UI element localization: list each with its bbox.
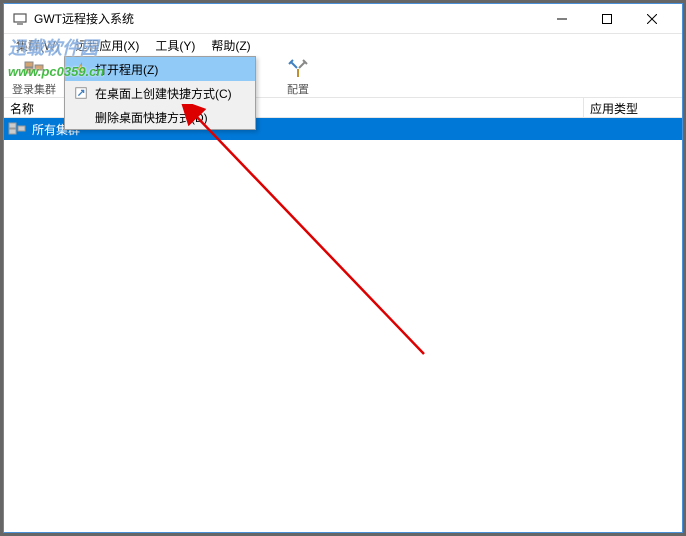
window-title: GWT远程接入系统 (34, 10, 539, 27)
cluster-icon (8, 121, 26, 137)
list-body: 所有集群 (4, 118, 682, 532)
close-button[interactable] (629, 5, 674, 33)
window-controls (539, 5, 674, 33)
menu-remote-app[interactable]: 远程应用(X) (67, 35, 147, 56)
app-window: GWT远程接入系统 集群(W) 远程应用(X) 工具(Y) 帮助(Z) 登录集群 (3, 3, 683, 533)
toolbar-label: 登录集群 (12, 81, 56, 97)
context-menu: 打开程用(Z) 在桌面上创建快捷方式(C) 删除桌面快捷方式(D) (64, 56, 256, 130)
servers-icon (23, 58, 45, 80)
ctx-label: 打开程用(Z) (95, 61, 158, 78)
maximize-button[interactable] (584, 5, 629, 33)
toolbar-label: 配置 (287, 81, 309, 97)
toolbar-login-cluster[interactable]: 登录集群 (10, 58, 58, 97)
tools-icon (287, 58, 309, 80)
menu-tools[interactable]: 工具(Y) (147, 35, 203, 56)
menu-help[interactable]: 帮助(Z) (203, 35, 258, 56)
shortcut-icon (71, 84, 91, 102)
blank-icon (71, 108, 91, 126)
minimize-button[interactable] (539, 5, 584, 33)
ctx-open-app[interactable]: 打开程用(Z) (65, 57, 255, 81)
ctx-delete-shortcut[interactable]: 删除桌面快捷方式(D) (65, 105, 255, 129)
lightning-icon (71, 60, 91, 78)
titlebar: GWT远程接入系统 (4, 4, 682, 34)
ctx-label: 删除桌面快捷方式(D) (95, 109, 208, 126)
menubar: 集群(W) 远程应用(X) 工具(Y) 帮助(Z) (4, 34, 682, 56)
ctx-label: 在桌面上创建快捷方式(C) (95, 85, 232, 102)
menu-cluster[interactable]: 集群(W) (8, 35, 67, 56)
app-icon (12, 11, 28, 27)
ctx-create-shortcut[interactable]: 在桌面上创建快捷方式(C) (65, 81, 255, 105)
toolbar-config[interactable]: 配置 (274, 58, 322, 97)
column-type[interactable]: 应用类型 (584, 98, 682, 117)
